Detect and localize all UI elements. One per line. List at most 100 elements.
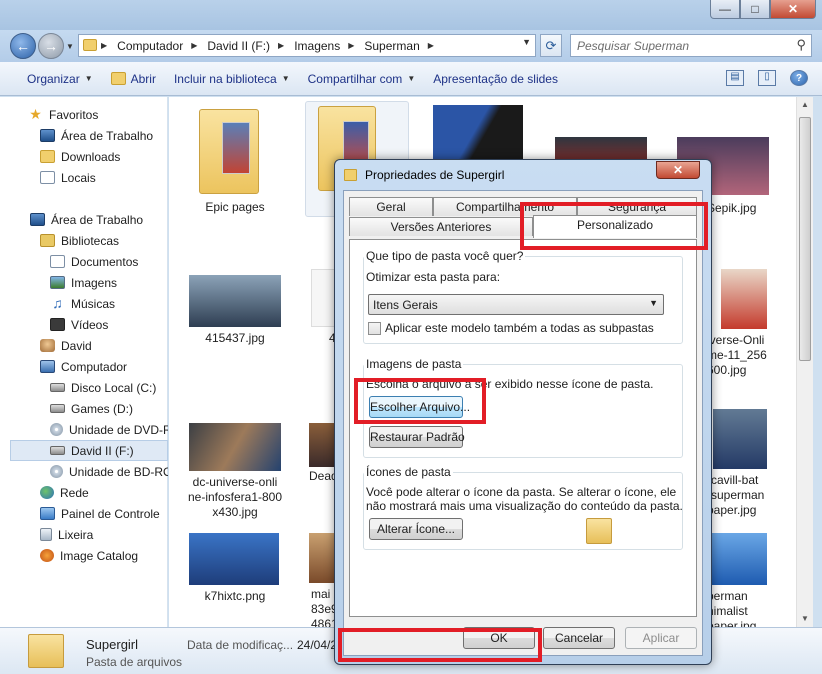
window-controls: — □ ✕ <box>710 0 816 19</box>
address-history-dropdown-icon[interactable]: ▼ <box>522 37 531 47</box>
refresh-icon: ⟳ <box>545 37 557 53</box>
image-item-415437[interactable]: 415437.jpg <box>189 275 281 355</box>
folder-icon <box>83 39 97 51</box>
personalizado-panel: Que tipo de pasta você quer? Otimizar es… <box>349 239 697 617</box>
slideshow-button[interactable]: Apresentação de slides <box>424 72 567 86</box>
places-icon <box>40 171 55 184</box>
dvd-icon <box>50 423 63 436</box>
back-arrow-icon: ← <box>16 38 30 54</box>
search-input[interactable]: Pesquisar Superman ⚲ <box>570 34 812 57</box>
vertical-scrollbar[interactable]: ▲ ▼ <box>796 97 813 627</box>
tab-versoes-anteriores[interactable]: Versões Anteriores <box>349 217 533 236</box>
image-item-k7hixtc[interactable]: k7hixtc.png <box>189 533 283 613</box>
preview-pane-icon[interactable]: ▯ <box>758 70 776 86</box>
disk-icon <box>50 383 65 392</box>
details-name: Supergirl <box>86 637 139 652</box>
folder-icon <box>344 169 357 181</box>
maximize-button[interactable]: □ <box>740 0 770 19</box>
tab-compartilhamento[interactable]: Compartilhamento <box>433 197 577 216</box>
help-icon[interactable]: ? <box>790 70 808 86</box>
recent-pages-dropdown-icon[interactable]: ▼ <box>66 42 74 51</box>
refresh-button[interactable]: ⟳ <box>540 34 562 57</box>
sidebar-item-david-ii-f[interactable]: David II (F:) <box>10 440 168 461</box>
image-item-dc-universe[interactable]: dc-universe-onli ne-infosfera1-800 x430.… <box>188 423 283 523</box>
apply-subfolders-label: Aplicar este modelo também a todas as su… <box>385 321 654 335</box>
cancel-button[interactable]: Cancelar <box>543 627 615 649</box>
user-icon <box>40 339 55 352</box>
navigation-bar: ← → ▼ ▶ Computador ▶ David II (F:) ▶ Image… <box>0 30 822 62</box>
close-icon: ✕ <box>672 163 684 177</box>
sidebar-item-bd-rom[interactable]: Unidade de BD-RO <box>50 461 168 482</box>
minimize-button[interactable]: — <box>710 0 740 19</box>
address-bar[interactable]: ▶ Computador ▶ David II (F:) ▶ Imagens ▶ Su… <box>78 34 536 57</box>
close-button[interactable]: ✕ <box>770 0 816 19</box>
libraries-icon <box>40 234 55 247</box>
chevron-down-icon: ▼ <box>84 74 93 83</box>
desktop-icon <box>30 213 45 226</box>
details-modified-value: 24/04/2 <box>297 638 338 652</box>
folder-icons-description-2: não mostrará mais uma visualização do co… <box>366 499 683 513</box>
include-in-library-menu[interactable]: Incluir na biblioteca ▼ <box>165 72 299 86</box>
computer-icon <box>40 360 55 373</box>
image-item-superman-batman[interactable] <box>433 105 523 167</box>
star-icon: ★ <box>29 106 42 122</box>
tab-geral[interactable]: Geral <box>349 197 433 216</box>
image-thumbnail <box>189 533 279 585</box>
scroll-down-icon[interactable]: ▼ <box>797 611 813 627</box>
folder-type-legend: Que tipo de pasta você quer? <box>364 249 526 263</box>
folder-icons-legend: Ícones de pasta <box>364 465 453 479</box>
breadcrumb-root-arrow[interactable]: ▶ <box>101 41 113 50</box>
optimize-select[interactable]: Itens Gerais ▼ <box>368 294 664 315</box>
downloads-icon <box>40 150 55 163</box>
image-item-minimalist[interactable]: perman nimalist paper.jpg <box>707 533 796 627</box>
dialog-close-button[interactable]: ✕ <box>656 161 700 179</box>
tab-seguranca[interactable]: Segurança <box>577 197 697 216</box>
open-button[interactable]: Abrir <box>102 72 165 86</box>
tab-personalizado[interactable]: Personalizado <box>533 215 697 238</box>
details-type: Pasta de arquivos <box>86 655 183 669</box>
navigation-pane: ★ Favoritos Área de Trabalho Downloads Lo… <box>0 97 168 627</box>
videos-icon <box>50 318 65 331</box>
breadcrumb-drive[interactable]: David II (F:) ▶ <box>207 39 290 53</box>
choose-file-button[interactable]: Escolher Arquivo... <box>369 396 470 418</box>
image-thumbnail <box>721 269 767 329</box>
details-modified-label: Data de modificaç... <box>187 638 294 652</box>
image-thumbnail <box>707 533 767 585</box>
forward-button[interactable]: → <box>38 33 64 59</box>
chevron-down-icon: ▼ <box>281 74 290 83</box>
apply-button[interactable]: Aplicar <box>625 627 697 649</box>
disk-icon <box>50 446 65 455</box>
folder-pictures-legend: Imagens de pasta <box>364 357 464 371</box>
restore-default-button[interactable]: Restaurar Padrão <box>369 426 465 448</box>
view-options-icon[interactable]: ▤ <box>726 70 744 86</box>
share-with-menu[interactable]: Compartilhar com ▼ <box>299 72 425 86</box>
window-titlebar: — □ ✕ <box>0 0 822 30</box>
scroll-up-icon[interactable]: ▲ <box>797 97 813 113</box>
image-thumbnail <box>433 105 523 167</box>
sidebar-item-dvd[interactable]: Unidade de DVD-R <box>50 419 168 440</box>
network-icon <box>40 486 54 499</box>
breadcrumb-superman[interactable]: Superman ▶ <box>364 39 440 53</box>
image-thumbnail <box>309 533 337 583</box>
sidebar-item-area-de-trabalho[interactable]: Área de Trabalho <box>30 209 190 230</box>
image-thumbnail <box>189 423 281 471</box>
breadcrumb-computador[interactable]: Computador ▶ <box>117 39 203 53</box>
sidebar-item-favoritos[interactable]: ★ Favoritos <box>28 104 188 125</box>
image-thumbnail <box>309 423 337 467</box>
image-item-universe-online[interactable]: iverse-Onli me-11_256 600.jpg <box>707 269 796 379</box>
view-controls: ▤ ▯ ? <box>726 70 808 86</box>
image-item-cavill[interactable]: -cavill-bat -superman paper.jpg <box>707 409 796 519</box>
forward-arrow-icon: → <box>44 38 58 54</box>
back-button[interactable]: ← <box>10 33 36 59</box>
ok-button[interactable]: OK <box>463 627 535 649</box>
bd-icon <box>50 465 63 478</box>
breadcrumb-imagens[interactable]: Imagens ▶ <box>294 39 360 53</box>
organize-menu[interactable]: Organizar ▼ <box>18 72 102 86</box>
apply-subfolders-checkbox[interactable] <box>368 322 381 335</box>
folder-item-epic-pages[interactable]: Epic pages <box>189 105 271 220</box>
image-thumbnail <box>713 409 767 469</box>
change-icon-button[interactable]: Alterar Ícone... <box>369 518 463 540</box>
scrollbar-thumb[interactable] <box>799 117 811 361</box>
chevron-down-icon: ▼ <box>407 74 416 83</box>
folder-icons-description-1: Você pode alterar o ícone da pasta. Se a… <box>366 485 677 499</box>
